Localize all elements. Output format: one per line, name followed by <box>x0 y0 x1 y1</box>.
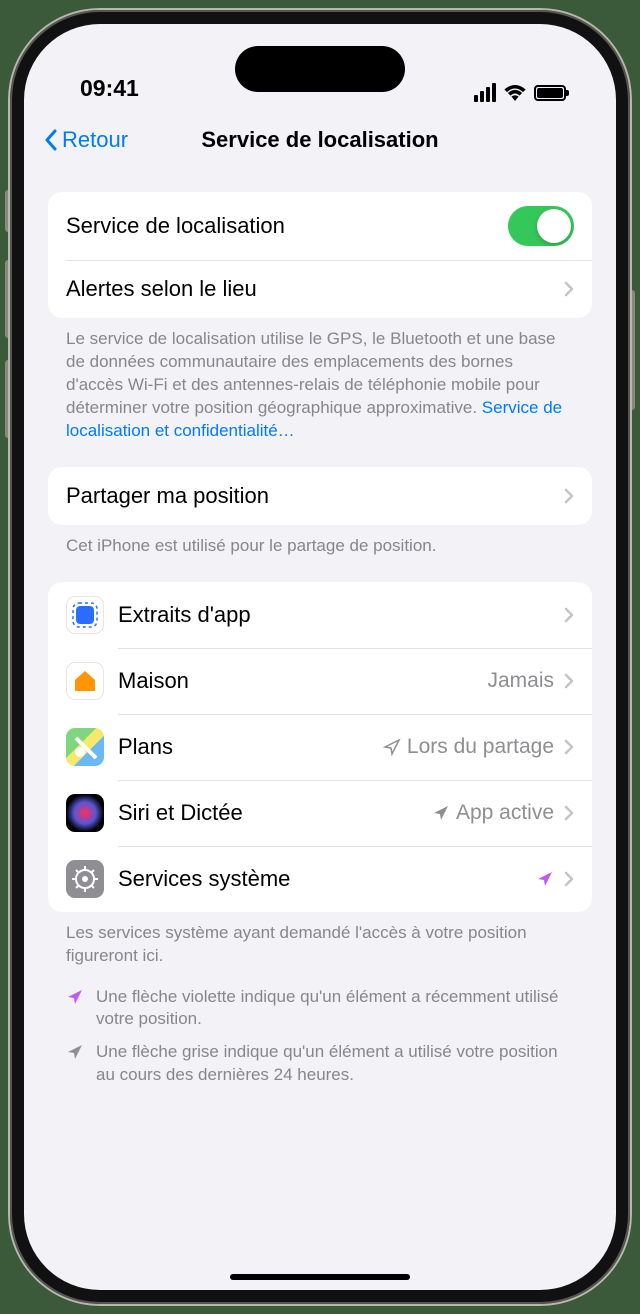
home-indicator[interactable] <box>230 1274 410 1280</box>
siri-icon <box>66 794 104 832</box>
app-label: Services système <box>118 866 536 892</box>
app-clips-icon <box>66 596 104 634</box>
footer-share: Cet iPhone est utilisé pour le partage d… <box>48 525 592 558</box>
wifi-icon <box>504 85 526 101</box>
row-siri[interactable]: Siri et Dictée App active <box>48 780 592 846</box>
back-label: Retour <box>62 127 128 153</box>
chevron-right-icon <box>564 607 574 623</box>
row-location-toggle[interactable]: Service de localisation <box>48 192 592 260</box>
row-system-services[interactable]: Services système <box>48 846 592 912</box>
location-arrow-gray-icon <box>66 1043 84 1061</box>
location-arrow-outline-icon <box>383 738 401 756</box>
row-home[interactable]: Maison Jamais <box>48 648 592 714</box>
chevron-right-icon <box>564 805 574 821</box>
app-value: App active <box>456 801 554 825</box>
group-apps: Extraits d'app Maison Jamais Plans <box>48 582 592 912</box>
app-label: Siri et Dictée <box>118 800 432 826</box>
toggle-label: Service de localisation <box>66 213 508 239</box>
app-value: Jamais <box>487 669 554 693</box>
location-arrow-purple-icon <box>66 988 84 1006</box>
row-app-clips[interactable]: Extraits d'app <box>48 582 592 648</box>
status-time: 09:41 <box>80 75 139 102</box>
legend-purple: Une flèche violette indique qu'un élémen… <box>66 986 574 1032</box>
group-main: Service de localisation Alertes selon le… <box>48 192 592 318</box>
content-scroll[interactable]: Service de localisation Alertes selon le… <box>24 168 616 1290</box>
screen: 09:41 Retour Service de localisation Ser… <box>24 24 616 1290</box>
cellular-icon <box>474 83 496 102</box>
share-label: Partager ma position <box>66 483 554 509</box>
legend: Une flèche violette indique qu'un élémen… <box>48 968 592 1088</box>
page-title: Service de localisation <box>201 127 438 153</box>
chevron-right-icon <box>564 739 574 755</box>
chevron-right-icon <box>564 871 574 887</box>
row-share-location[interactable]: Partager ma position <box>48 467 592 525</box>
footer-apps: Les services système ayant demandé l'acc… <box>48 912 592 968</box>
battery-icon <box>534 85 566 101</box>
app-label: Extraits d'app <box>118 602 554 628</box>
chevron-right-icon <box>564 673 574 689</box>
footer-main: Le service de localisation utilise le GP… <box>48 318 592 443</box>
app-label: Maison <box>118 668 487 694</box>
maps-icon <box>66 728 104 766</box>
chevron-right-icon <box>564 281 574 297</box>
iphone-frame: 09:41 Retour Service de localisation Ser… <box>10 10 630 1304</box>
chevron-right-icon <box>564 488 574 504</box>
gear-icon <box>66 860 104 898</box>
group-share: Partager ma position <box>48 467 592 525</box>
back-button[interactable]: Retour <box>44 127 128 153</box>
dynamic-island <box>235 46 405 92</box>
location-toggle[interactable] <box>508 206 574 246</box>
row-maps[interactable]: Plans Lors du partage <box>48 714 592 780</box>
alerts-label: Alertes selon le lieu <box>66 276 554 302</box>
app-value: Lors du partage <box>407 735 554 759</box>
location-arrow-gray-icon <box>432 804 450 822</box>
nav-bar: Retour Service de localisation <box>24 112 616 168</box>
legend-gray: Une flèche grise indique qu'un élément a… <box>66 1041 574 1087</box>
home-icon <box>66 662 104 700</box>
location-arrow-purple-icon <box>536 870 554 888</box>
app-label: Plans <box>118 734 383 760</box>
row-alerts[interactable]: Alertes selon le lieu <box>48 260 592 318</box>
chevron-left-icon <box>44 129 58 151</box>
